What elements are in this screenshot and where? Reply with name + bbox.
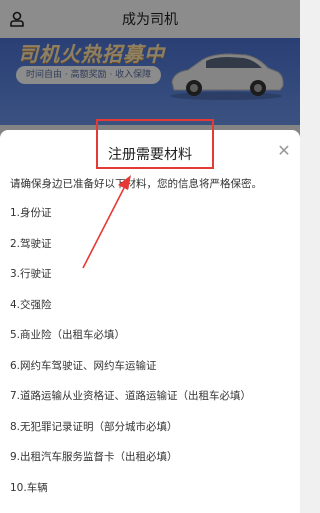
list-item: 1.身份证 bbox=[10, 207, 52, 219]
list-item: 3.行驶证 bbox=[10, 268, 52, 280]
list-item: 6.网约车驾驶证、网约车运输证 bbox=[10, 359, 157, 372]
sheet-intro: 请确保身边已准备好以下材料，您的信息将严格保密。 bbox=[10, 178, 262, 190]
close-icon[interactable]: ✕ bbox=[276, 141, 292, 160]
list-item: 4.交强险 bbox=[10, 298, 52, 311]
list-item: 5.商业险（出租车必填） bbox=[10, 329, 126, 341]
materials-sheet: 注册需要材料 请确保身边已准备好以下材料，您的信息将严格保密。 1.身份证 2.… bbox=[0, 130, 300, 513]
title-highlight-box bbox=[96, 119, 214, 169]
list-item: 9.出租汽车服务监督卡（出租必填） bbox=[10, 451, 178, 463]
list-item: 8.无犯罪记录证明（部分城市必填） bbox=[10, 420, 178, 433]
list-item: 2.驾驶证 bbox=[10, 237, 52, 250]
list-item: 7.道路运输从业资格证、道路运输证（出租车必填） bbox=[10, 390, 252, 402]
materials-list: 1.身份证 2.驾驶证 3.行驶证 4.交强险 5.商业险（出租车必填） 6.网… bbox=[10, 205, 295, 510]
list-item: 10.车辆 bbox=[10, 481, 48, 494]
